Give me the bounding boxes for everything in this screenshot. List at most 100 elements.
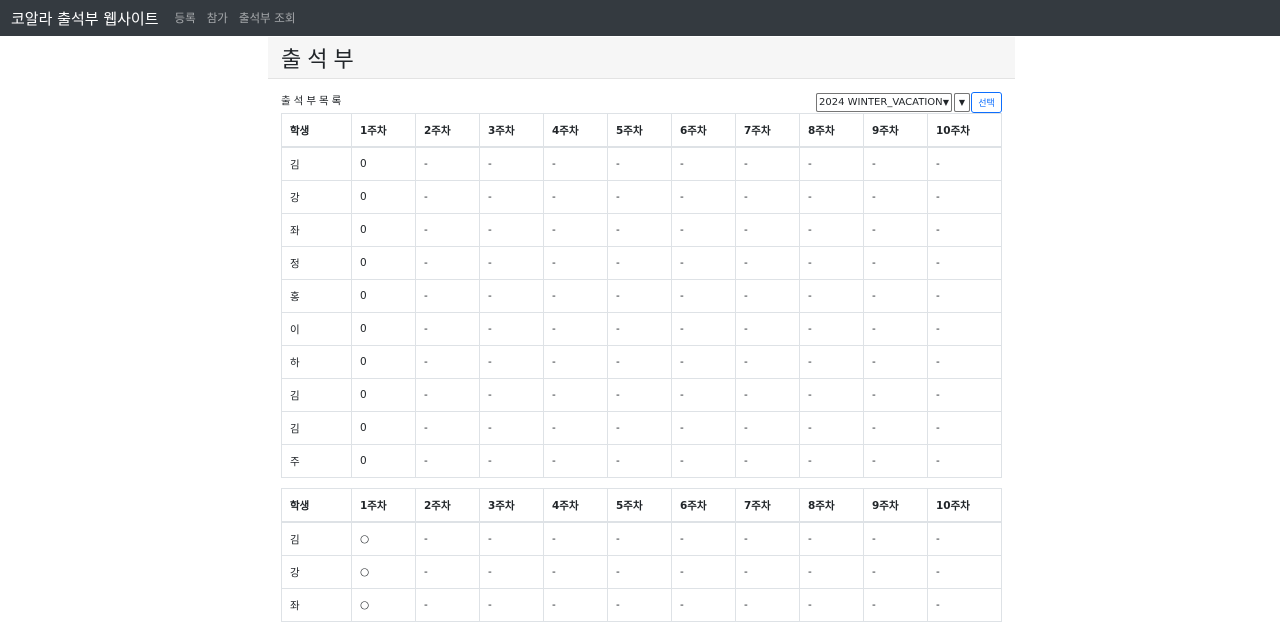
attendance-cell: - xyxy=(735,246,800,280)
column-header: 10주차 xyxy=(927,113,1002,148)
nav-register[interactable]: 등록 xyxy=(175,10,196,26)
attendance-cell: - xyxy=(543,345,608,379)
attendance-cell: - xyxy=(863,444,928,478)
attendance-cell: - xyxy=(607,411,672,445)
attendance-cell: - xyxy=(415,279,480,313)
page-header: 출석부 xyxy=(268,37,1015,79)
secondary-select[interactable]: ▼ xyxy=(954,93,970,112)
table-row: 강 ○ - - - - - - - - - xyxy=(281,555,1002,589)
attendance-cell: - xyxy=(863,521,928,556)
select-button[interactable]: 선택 xyxy=(971,92,1002,113)
attendance-cell: - xyxy=(863,146,928,181)
attendance-cell: - xyxy=(863,411,928,445)
table-row: 좌 ○ - - - - - - - - - xyxy=(281,588,1002,622)
attendance-cell: - xyxy=(415,180,480,214)
nav-join[interactable]: 참가 xyxy=(207,10,228,26)
attendance-cell: - xyxy=(927,246,1002,280)
attendance-cell: 0 xyxy=(351,180,416,214)
attendance-cell: 0 xyxy=(351,146,416,181)
attendance-cell: - xyxy=(671,588,736,622)
attendance-cell: - xyxy=(863,213,928,247)
table-row: 김0--------- xyxy=(281,378,1002,412)
table-header-row: 학생 1주차 2주차 3주차 4주차 5주차 6주차 7주차 8주차 9주차 10주차 xyxy=(281,488,1002,523)
column-header: 5주차 xyxy=(607,488,672,523)
attendance-cell: - xyxy=(735,555,800,589)
attendance-cell: - xyxy=(543,180,608,214)
attendance-cell: - xyxy=(735,444,800,478)
column-header: 1주차 xyxy=(351,113,416,148)
attendance-cell: - xyxy=(671,180,736,214)
attendance-cell: - xyxy=(863,555,928,589)
attendance-cell: - xyxy=(543,279,608,313)
attendance-cell: - xyxy=(799,411,864,445)
attendance-cell: - xyxy=(543,378,608,412)
student-name-cell: 하 xyxy=(281,345,352,379)
column-header: 3주차 xyxy=(479,113,544,148)
attendance-cell: - xyxy=(927,213,1002,247)
column-header: 9주차 xyxy=(863,488,928,523)
attendance-cell: - xyxy=(543,146,608,181)
brand-link[interactable]: 코알라 출석부 웹사이트 xyxy=(11,8,159,29)
attendance-cell: - xyxy=(863,312,928,346)
attendance-cell: ○ xyxy=(351,555,416,589)
attendance-cell: - xyxy=(927,588,1002,622)
attendance-cell: - xyxy=(607,279,672,313)
student-name-cell: 정 xyxy=(281,246,352,280)
term-select[interactable]: 2024 WINTER_VACATION ▼ xyxy=(816,93,952,112)
table-header-row: 학생 1주차 2주차 3주차 4주차 5주차 6주차 7주차 8주차 9주차 10주차 xyxy=(281,113,1002,148)
attendance-cell: - xyxy=(607,180,672,214)
table-row: 이0--------- xyxy=(281,312,1002,346)
attendance-cell: - xyxy=(543,411,608,445)
attendance-cell: - xyxy=(735,411,800,445)
attendance-cell: - xyxy=(671,312,736,346)
nav-attendance-view[interactable]: 출석부 조회 xyxy=(239,10,296,26)
attendance-cell: - xyxy=(799,378,864,412)
attendance-cell: - xyxy=(479,279,544,313)
student-name-cell: 이 xyxy=(281,312,352,346)
attendance-cell: - xyxy=(735,213,800,247)
attendance-cell: - xyxy=(415,213,480,247)
attendance-cell: - xyxy=(863,378,928,412)
attendance-cell: 0 xyxy=(351,279,416,313)
attendance-cell: - xyxy=(607,444,672,478)
student-name-cell: 주 xyxy=(281,444,352,478)
attendance-cell: 0 xyxy=(351,411,416,445)
attendance-cell: - xyxy=(799,279,864,313)
attendance-list-label: 출석부목록 xyxy=(281,95,345,107)
attendance-cell: 0 xyxy=(351,378,416,412)
attendance-cell: - xyxy=(479,345,544,379)
attendance-cell: 0 xyxy=(351,444,416,478)
column-header: 5주차 xyxy=(607,113,672,148)
attendance-cell: - xyxy=(735,521,800,556)
attendance-cell: - xyxy=(479,521,544,556)
attendance-cell: 0 xyxy=(351,246,416,280)
table-row: 홍0--------- xyxy=(281,279,1002,313)
attendance-cell: - xyxy=(799,345,864,379)
attendance-cell: - xyxy=(415,146,480,181)
table-row: 김0--------- xyxy=(281,146,1002,181)
table-row: 주0--------- xyxy=(281,444,1002,478)
attendance-cell: ○ xyxy=(351,588,416,622)
column-header: 학생 xyxy=(281,488,352,523)
chevron-down-icon: ▼ xyxy=(958,98,966,107)
attendance-cell: - xyxy=(415,444,480,478)
navbar: 코알라 출석부 웹사이트 등록 참가 출석부 조회 xyxy=(0,0,1280,36)
column-header: 8주차 xyxy=(799,488,864,523)
column-header: 8주차 xyxy=(799,113,864,148)
attendance-cell: - xyxy=(607,555,672,589)
student-name-cell: 강 xyxy=(281,555,352,589)
attendance-cell: ○ xyxy=(351,521,416,556)
attendance-cell: - xyxy=(543,312,608,346)
attendance-cell: - xyxy=(799,180,864,214)
attendance-cell: - xyxy=(415,521,480,556)
attendance-cell: - xyxy=(543,588,608,622)
column-header: 2주차 xyxy=(415,488,480,523)
attendance-cell: - xyxy=(415,588,480,622)
attendance-cell: - xyxy=(671,378,736,412)
attendance-cell: - xyxy=(479,588,544,622)
attendance-cell: - xyxy=(671,146,736,181)
attendance-cell: - xyxy=(863,246,928,280)
attendance-cell: - xyxy=(863,279,928,313)
column-header: 1주차 xyxy=(351,488,416,523)
column-header: 학생 xyxy=(281,113,352,148)
